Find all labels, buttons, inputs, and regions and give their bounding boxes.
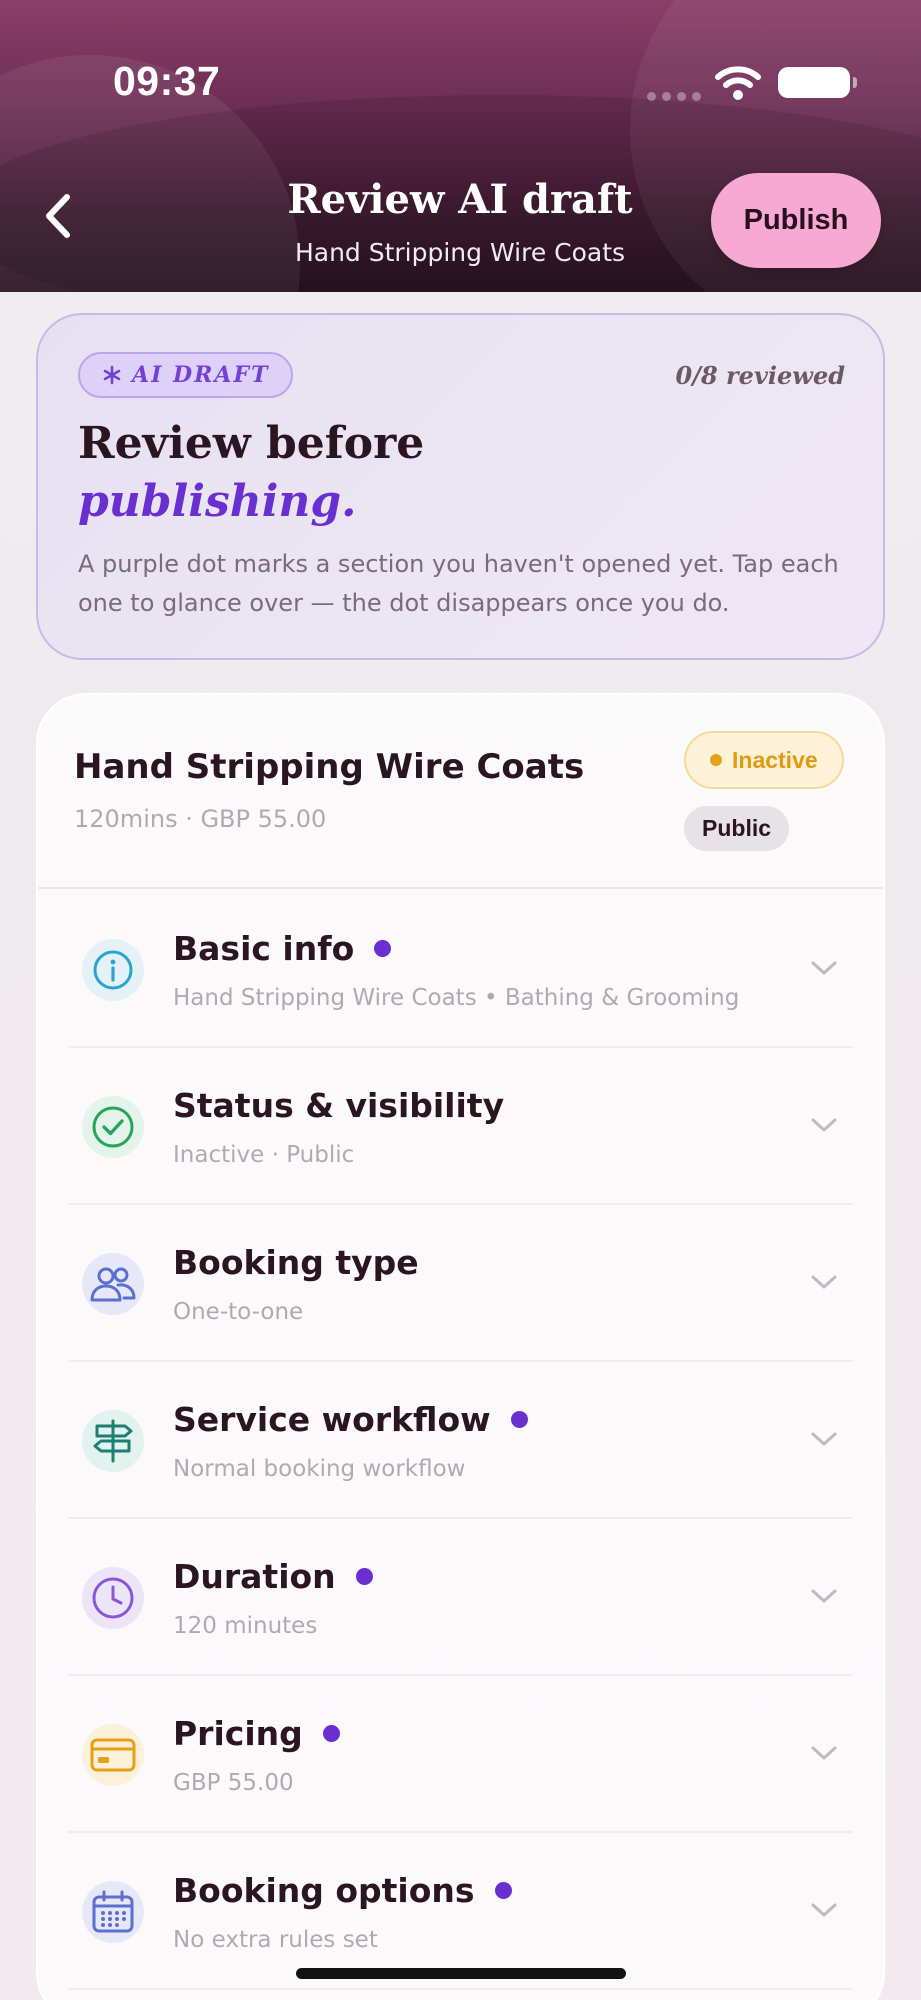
service-meta: 120mins · GBP 55.00 bbox=[74, 805, 327, 833]
divider bbox=[68, 1988, 853, 1990]
calendar-icon bbox=[82, 1881, 144, 1943]
chevron-down-icon bbox=[811, 1275, 837, 1289]
section-pricing[interactable]: Pricing GBP 55.00 bbox=[68, 1676, 853, 1833]
page-subtitle: Hand Stripping Wire Coats bbox=[294, 238, 626, 267]
section-title-text: Basic info bbox=[173, 929, 355, 968]
section-title: Booking type bbox=[173, 1243, 419, 1282]
asterisk-icon bbox=[103, 365, 121, 385]
section-subtitle: Hand Stripping Wire Coats • Bathing & Gr… bbox=[173, 985, 740, 1011]
section-booking-type[interactable]: Booking type One-to-one bbox=[68, 1205, 853, 1362]
unread-dot-icon bbox=[510, 1411, 528, 1428]
unread-dot-icon bbox=[374, 940, 392, 957]
service-title: Hand Stripping Wire Coats bbox=[74, 747, 585, 787]
section-title-text: Duration bbox=[173, 1557, 336, 1596]
wifi-icon bbox=[715, 66, 761, 100]
ai-draft-badge: AI DRAFT bbox=[78, 352, 294, 398]
visibility-badge: Public bbox=[684, 806, 790, 851]
service-card: Hand Stripping Wire Coats 120mins · GBP … bbox=[36, 693, 885, 2000]
section-subtitle: No extra rules set bbox=[173, 1927, 378, 1953]
back-button[interactable] bbox=[36, 186, 80, 246]
section-duration[interactable]: Duration 120 minutes bbox=[68, 1519, 853, 1676]
draft-heading-emphasis: publishing. bbox=[78, 476, 357, 527]
chevron-down-icon bbox=[811, 1118, 837, 1132]
ai-draft-label: AI DRAFT bbox=[132, 362, 270, 388]
section-title-text: Pricing bbox=[173, 1714, 303, 1753]
section-subtitle: 120 minutes bbox=[173, 1613, 318, 1639]
section-title-text: Service workflow bbox=[173, 1400, 491, 1439]
section-title: Status & visibility bbox=[173, 1086, 504, 1125]
section-title-text: Status & visibility bbox=[173, 1086, 505, 1125]
signpost-icon bbox=[82, 1410, 144, 1472]
section-status-visibility[interactable]: Status & visibility Inactive · Public bbox=[68, 1048, 853, 1205]
battery-icon bbox=[778, 67, 857, 98]
section-service-workflow[interactable]: Service workflow Normal booking workflow bbox=[68, 1362, 853, 1519]
unread-dot-icon bbox=[355, 1568, 373, 1585]
chevron-down-icon bbox=[811, 1903, 837, 1917]
draft-description: A purple dot marks a section you haven't… bbox=[78, 550, 839, 617]
section-title-text: Booking type bbox=[173, 1243, 419, 1282]
clock-icon bbox=[82, 1567, 144, 1629]
chevron-down-icon bbox=[811, 1746, 837, 1760]
section-title: Service workflow bbox=[173, 1400, 528, 1439]
publish-button[interactable]: Publish bbox=[711, 173, 881, 268]
section-subtitle: GBP 55.00 bbox=[173, 1770, 294, 1796]
section-title-text: Booking options bbox=[173, 1871, 475, 1910]
section-subtitle: Normal booking workflow bbox=[173, 1456, 466, 1482]
status-dot-icon bbox=[710, 754, 722, 766]
info-icon bbox=[82, 939, 144, 1001]
credit-card-icon bbox=[82, 1724, 144, 1786]
section-title: Basic info bbox=[173, 929, 392, 968]
unread-dot-icon bbox=[494, 1882, 512, 1899]
cellular-signal-icon bbox=[647, 92, 701, 101]
status-time: 09:37 bbox=[113, 58, 221, 104]
home-indicator[interactable] bbox=[296, 1968, 626, 1979]
status-badge-label: Inactive bbox=[732, 746, 818, 773]
section-title: Pricing bbox=[173, 1714, 340, 1753]
reviewed-count: 0/8 reviewed bbox=[675, 361, 845, 390]
section-subtitle: Inactive · Public bbox=[173, 1142, 355, 1168]
chevron-left-icon bbox=[46, 194, 70, 238]
section-subtitle: One-to-one bbox=[173, 1299, 304, 1325]
users-icon bbox=[82, 1253, 144, 1315]
chevron-down-icon bbox=[811, 1589, 837, 1603]
page-title: Review AI draft bbox=[287, 176, 633, 223]
unread-dot-icon bbox=[322, 1725, 340, 1742]
section-title: Booking options bbox=[173, 1871, 512, 1910]
draft-heading: Review before bbox=[78, 418, 425, 469]
section-booking-options[interactable]: Booking options No extra rules set bbox=[68, 1833, 853, 1990]
section-basic-info[interactable]: Basic info Hand Stripping Wire Coats • B… bbox=[68, 891, 853, 1048]
chevron-down-icon bbox=[811, 1432, 837, 1446]
check-circle-icon bbox=[82, 1096, 144, 1158]
status-badge: Inactive bbox=[684, 731, 844, 789]
section-title: Duration bbox=[173, 1557, 373, 1596]
divider bbox=[38, 887, 883, 889]
chevron-down-icon bbox=[811, 961, 837, 975]
header: 09:37 Review AI draft Hand Stripping Wir… bbox=[0, 0, 921, 292]
ai-draft-card: AI DRAFT 0/8 reviewed Review before publ… bbox=[36, 313, 885, 660]
